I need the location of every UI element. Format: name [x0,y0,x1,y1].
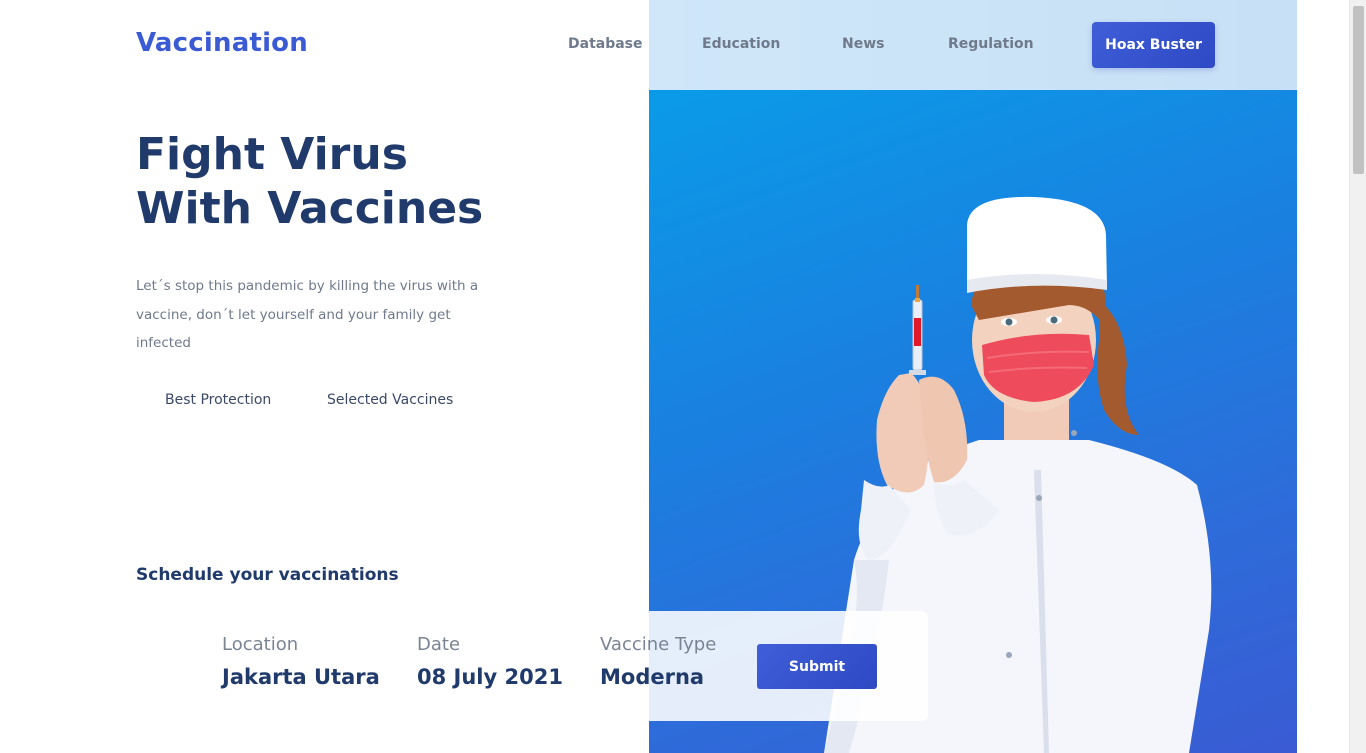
date-label: Date [417,634,461,655]
page-scrollbar[interactable] [1349,0,1366,753]
feature-selected-vaccines: Selected Vaccines [327,392,454,408]
hero-title: Fight Virus With Vaccines [136,128,596,236]
nav-database[interactable]: Database [568,36,643,52]
location-label: Location [222,634,299,655]
hoax-buster-button[interactable]: Hoax Buster [1092,22,1215,68]
hero-title-line-1: Fight Virus [136,129,408,180]
brand-logo[interactable]: Vaccination [136,28,308,58]
schedule-title: Schedule your vaccinations [136,565,399,585]
vaccine-type-value[interactable]: Moderna [600,665,704,689]
feature-best-protection: Best Protection [165,392,272,408]
nav-regulation[interactable]: Regulation [948,36,1034,52]
nav-news[interactable]: News [842,36,884,52]
hero-description: Let´s stop this pandemic by killing the … [136,278,479,351]
submit-button[interactable]: Submit [757,644,877,689]
vaccine-type-label: Vaccine Type [600,634,717,655]
date-value[interactable]: 08 July 2021 [417,665,563,689]
hero-title-line-2: With Vaccines [136,183,484,234]
scrollbar-thumb[interactable] [1353,6,1364,174]
nav-education[interactable]: Education [702,36,780,52]
location-value[interactable]: Jakarta Utara [222,665,380,689]
